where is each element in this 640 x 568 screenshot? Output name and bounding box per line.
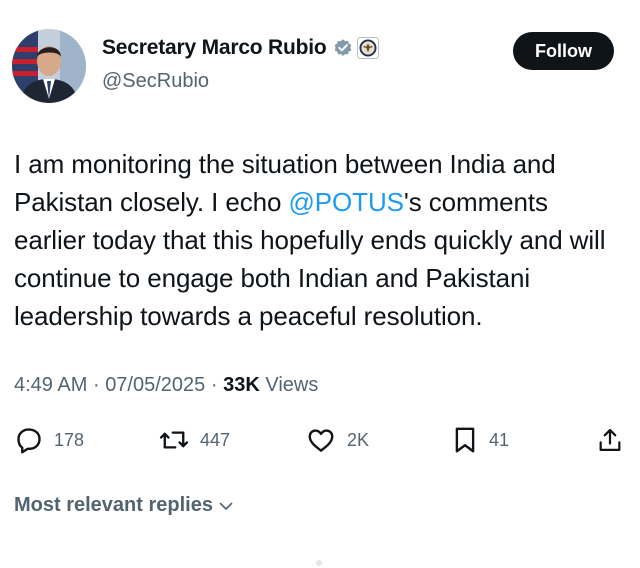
like-button[interactable]: 2K <box>305 422 369 458</box>
avatar[interactable] <box>12 29 86 103</box>
views-count: 33K <box>223 374 260 396</box>
tweet-date[interactable]: 07/05/2025 <box>105 374 205 396</box>
tweet-text: I am monitoring the situation between In… <box>14 145 626 335</box>
replies-sort-label: Most relevant replies <box>14 494 213 516</box>
retweet-button[interactable]: 447 <box>158 422 230 458</box>
bookmark-button[interactable]: 41 <box>451 422 509 458</box>
follow-button[interactable]: Follow <box>513 32 614 70</box>
display-name[interactable]: Secretary Marco Rubio <box>102 36 327 60</box>
reply-button[interactable]: 178 <box>14 422 84 458</box>
verified-badge-icon[interactable] <box>333 38 353 58</box>
like-count: 2K <box>347 429 370 450</box>
chevron-down-icon <box>219 502 233 510</box>
bookmark-icon <box>455 427 475 453</box>
reply-count: 178 <box>54 429 85 450</box>
loading-indicator <box>316 560 322 566</box>
meta-separator: · <box>210 374 218 396</box>
retweet-count: 447 <box>200 429 231 450</box>
share-button[interactable] <box>596 422 624 458</box>
retweet-icon <box>159 431 189 449</box>
user-handle[interactable]: @SecRubio <box>102 70 209 93</box>
like-icon <box>308 429 334 452</box>
bookmark-count: 41 <box>489 429 510 450</box>
author-name-row: Secretary Marco Rubio <box>102 36 379 60</box>
mention-link[interactable]: @POTUS <box>289 187 404 217</box>
tweet-meta: 4:49 AM · 07/05/2025 · 33K Views <box>14 374 318 397</box>
tweet-time[interactable]: 4:49 AM <box>14 374 87 396</box>
action-bar: 178 447 2K 41 <box>0 422 640 458</box>
views-label: Views <box>265 374 319 396</box>
share-icon <box>599 428 621 452</box>
reply-icon <box>17 428 41 454</box>
profile-photo <box>12 29 86 103</box>
state-department-seal-icon[interactable] <box>356 37 379 59</box>
meta-separator: · <box>92 374 100 396</box>
replies-sort-dropdown[interactable]: Most relevant replies <box>14 494 235 517</box>
